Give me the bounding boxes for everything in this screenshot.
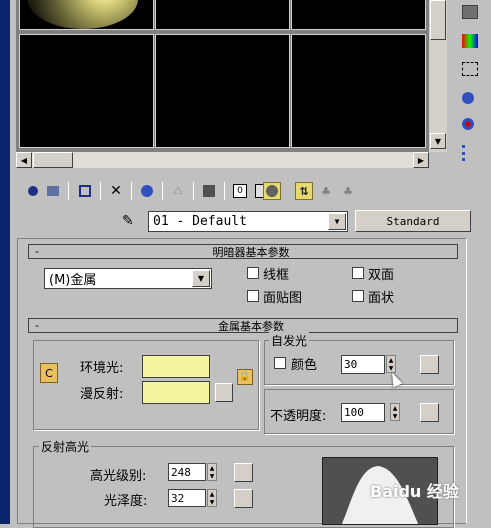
arrow-down-icon: ▼ — [434, 136, 442, 146]
sample-slot-6[interactable] — [291, 34, 426, 148]
toolbar-separator — [193, 182, 194, 200]
collapse-icon: - — [35, 245, 39, 258]
self-illumination-label: 自发光 — [269, 332, 310, 349]
scroll-down-button[interactable]: ▼ — [430, 133, 446, 149]
opacity-value: 100 — [344, 406, 364, 419]
wire-checkbox[interactable] — [247, 267, 259, 279]
put-to-scene-icon[interactable] — [44, 182, 62, 200]
self-illum-color-label: 颜色 — [291, 358, 318, 373]
faceted-checkbox[interactable] — [352, 290, 364, 302]
toolbar-separator — [100, 182, 101, 200]
opacity-value-field[interactable]: 100 — [341, 403, 385, 422]
chevron-down-icon[interactable]: ▼ — [328, 213, 346, 230]
ambient-label: 环境光: — [80, 361, 124, 376]
lock-link-icon: C — [45, 366, 53, 380]
face-map-label: 面贴图 — [263, 291, 303, 306]
rollout-title: 明暗器基本参数 — [212, 245, 290, 259]
sample-slots-grid — [16, 0, 429, 152]
pick-material-icon[interactable]: ✎ — [122, 213, 138, 229]
backlight-icon[interactable] — [462, 34, 478, 48]
glossiness-value: 32 — [171, 491, 185, 505]
specular-level-field[interactable]: 248 — [168, 463, 206, 481]
sample-type-icon[interactable] — [462, 5, 478, 19]
self-illum-value-field[interactable]: 30 — [341, 355, 385, 374]
specular-level-value: 248 — [171, 465, 191, 479]
put-to-library-icon[interactable] — [200, 182, 218, 200]
material-sphere-preview — [28, 0, 138, 29]
arrow-right-icon: ▶ — [417, 155, 425, 165]
slots-vertical-scrollbar[interactable]: ▼ — [429, 0, 447, 152]
specular-level-spinner[interactable]: ▲ ▼ — [207, 463, 217, 481]
material-name-combobox[interactable]: 01 - Default ▼ — [148, 211, 348, 232]
scroll-left-button[interactable]: ◀ — [16, 152, 32, 168]
diffuse-map-button[interactable] — [215, 383, 233, 402]
get-material-icon[interactable] — [24, 182, 42, 200]
diffuse-color-swatch[interactable] — [142, 381, 210, 404]
lock-ambient-diffuse-button[interactable]: C — [40, 363, 58, 383]
toolbar-separator — [131, 182, 132, 200]
material-name-value: 01 - Default — [153, 214, 247, 229]
go-forward-icon[interactable]: ♣ — [317, 182, 335, 200]
toolbar-separator — [162, 182, 163, 200]
video-check-icon[interactable] — [462, 118, 474, 130]
make-preview-icon[interactable] — [462, 145, 470, 161]
self-illum-value: 30 — [344, 358, 358, 371]
glossiness-field[interactable]: 32 — [168, 489, 206, 507]
collapse-icon: - — [35, 319, 39, 332]
toolbar-separator — [68, 182, 69, 200]
make-copy-icon[interactable] — [138, 182, 156, 200]
scroll-right-button[interactable]: ▶ — [413, 152, 429, 168]
two-sided-label: 双面 — [368, 268, 395, 283]
diffuse-label: 漫反射: — [80, 387, 124, 402]
glossiness-spinner[interactable]: ▲ ▼ — [207, 489, 217, 507]
self-illum-color-checkbox[interactable] — [274, 357, 286, 369]
rollout-title: 金属基本参数 — [218, 319, 284, 333]
metal-basic-rollout-header[interactable]: - 金属基本参数 — [28, 318, 458, 333]
specular-level-label: 高光级别: — [90, 469, 147, 484]
wire-label: 线框 — [263, 268, 290, 283]
window-edge — [0, 0, 10, 524]
assign-material-icon[interactable] — [76, 182, 94, 200]
faceted-label: 面状 — [368, 291, 395, 306]
specular-highlights-label: 反射高光 — [39, 438, 92, 455]
opacity-spinner[interactable]: ▲ ▼ — [390, 403, 400, 421]
face-map-checkbox[interactable] — [247, 290, 259, 302]
sample-slot-3[interactable] — [291, 0, 426, 30]
go-sibling-icon[interactable]: ♣ — [339, 182, 357, 200]
sample-slot-5[interactable] — [155, 34, 290, 148]
slots-horizontal-scrollbar[interactable]: ◀ ▶ — [16, 152, 429, 168]
shader-basic-rollout-header[interactable]: - 明暗器基本参数 — [28, 244, 458, 259]
material-id-icon[interactable]: 0 — [231, 182, 249, 200]
arrow-left-icon: ◀ — [20, 155, 28, 165]
reset-icon[interactable]: ✕ — [107, 182, 125, 200]
go-to-parent-icon[interactable]: ⇅ — [295, 182, 313, 200]
sample-slot-1[interactable] — [19, 0, 154, 30]
opacity-label: 不透明度: — [270, 409, 327, 424]
sample-uv-icon[interactable] — [462, 92, 474, 104]
lock-icon[interactable]: 🔒 — [237, 369, 253, 385]
sample-slot-4[interactable] — [19, 34, 154, 148]
sample-slot-2[interactable] — [155, 0, 290, 30]
background-icon[interactable] — [462, 62, 478, 76]
two-sided-checkbox[interactable] — [352, 267, 364, 279]
specular-level-map-button[interactable] — [234, 463, 253, 482]
toolbar-separator — [224, 182, 225, 200]
shader-type-value: (M)金属 — [49, 273, 97, 288]
glossiness-map-button[interactable] — [234, 489, 253, 508]
vscroll-thumb[interactable] — [430, 0, 446, 40]
watermark: Baidu 经验 — [370, 482, 459, 501]
chevron-down-icon[interactable]: ▼ — [192, 270, 210, 287]
glossiness-label: 光泽度: — [104, 494, 148, 509]
shader-type-select[interactable]: (M)金属 ▼ — [44, 268, 212, 289]
material-type-button[interactable]: Standard — [355, 210, 471, 232]
hscroll-thumb[interactable] — [33, 152, 73, 168]
show-end-result-icon[interactable] — [263, 182, 281, 200]
opacity-map-button[interactable] — [420, 403, 439, 422]
make-unique-icon[interactable]: ⧍ — [169, 182, 187, 200]
ambient-color-swatch[interactable] — [142, 355, 210, 378]
self-illum-map-button[interactable] — [420, 355, 439, 374]
